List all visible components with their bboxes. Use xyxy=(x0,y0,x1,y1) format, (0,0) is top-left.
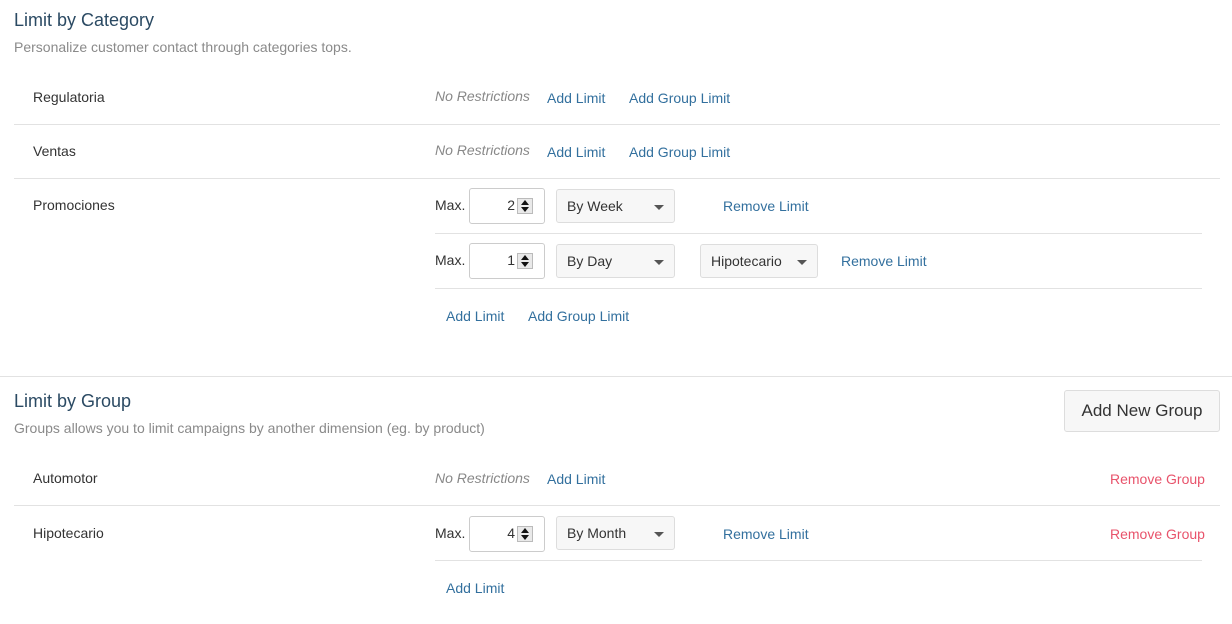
period-select-value: By Day xyxy=(567,253,613,269)
caret-down-icon xyxy=(654,260,664,265)
row-divider xyxy=(14,505,1220,506)
period-select[interactable]: By Month xyxy=(556,516,675,550)
group-select[interactable]: Hipotecario xyxy=(700,244,818,278)
spinner-arrows-icon[interactable] xyxy=(517,198,533,214)
group-name-automotor: Automotor xyxy=(33,470,98,486)
add-group-limit-button[interactable]: Add Group Limit xyxy=(518,298,639,334)
no-restrictions-label: No Restrictions xyxy=(435,470,530,486)
no-restrictions-label: No Restrictions xyxy=(435,142,530,158)
remove-limit-button[interactable]: Remove Limit xyxy=(713,516,819,552)
max-label: Max. xyxy=(435,525,466,541)
max-value-input[interactable]: 1 xyxy=(469,243,545,279)
period-select[interactable]: By Day xyxy=(556,244,675,278)
row-divider xyxy=(14,124,1220,125)
max-value: 4 xyxy=(507,525,515,541)
add-limit-button[interactable]: Add Limit xyxy=(537,461,615,497)
category-section-subtitle: Personalize customer contact through cat… xyxy=(14,39,352,55)
group-section-title: Limit by Group xyxy=(14,391,132,411)
limit-divider xyxy=(435,560,1202,561)
add-limit-button[interactable]: Add Limit xyxy=(436,570,514,606)
period-select-value: By Week xyxy=(567,198,623,214)
group-section-subtitle: Groups allows you to limit campaigns by … xyxy=(14,420,485,436)
max-label: Max. xyxy=(435,252,466,268)
row-divider xyxy=(14,178,1220,179)
caret-down-icon xyxy=(797,260,807,265)
add-limit-button[interactable]: Add Limit xyxy=(537,134,615,170)
category-section-title: Limit by Category xyxy=(14,10,155,30)
category-name-regulatoria: Regulatoria xyxy=(33,89,105,105)
spinner-arrows-icon[interactable] xyxy=(517,526,533,542)
group-select-value: Hipotecario xyxy=(711,253,782,269)
caret-down-icon xyxy=(654,205,664,210)
add-group-limit-button[interactable]: Add Group Limit xyxy=(619,80,740,116)
period-select-value: By Month xyxy=(567,525,627,541)
category-name-ventas: Ventas xyxy=(33,143,76,159)
group-name-hipotecario: Hipotecario xyxy=(33,525,104,541)
add-limit-button[interactable]: Add Limit xyxy=(436,298,514,334)
max-value: 1 xyxy=(507,252,515,268)
remove-group-button[interactable]: Remove Group xyxy=(1100,516,1215,552)
max-label: Max. xyxy=(435,197,466,213)
limit-divider xyxy=(435,233,1202,234)
section-divider xyxy=(0,376,1232,377)
add-new-group-button[interactable]: Add New Group xyxy=(1064,390,1220,432)
limit-divider xyxy=(435,288,1202,289)
remove-group-button[interactable]: Remove Group xyxy=(1100,461,1215,497)
add-group-limit-button[interactable]: Add Group Limit xyxy=(619,134,740,170)
add-limit-button[interactable]: Add Limit xyxy=(537,80,615,116)
remove-limit-button[interactable]: Remove Limit xyxy=(831,243,937,279)
max-value-input[interactable]: 2 xyxy=(469,188,545,224)
caret-down-icon xyxy=(654,532,664,537)
period-select[interactable]: By Week xyxy=(556,189,675,223)
no-restrictions-label: No Restrictions xyxy=(435,88,530,104)
remove-limit-button[interactable]: Remove Limit xyxy=(713,188,819,224)
category-name-promociones: Promociones xyxy=(33,197,115,213)
max-value-input[interactable]: 4 xyxy=(469,516,545,552)
spinner-arrows-icon[interactable] xyxy=(517,253,533,269)
max-value: 2 xyxy=(507,197,515,213)
